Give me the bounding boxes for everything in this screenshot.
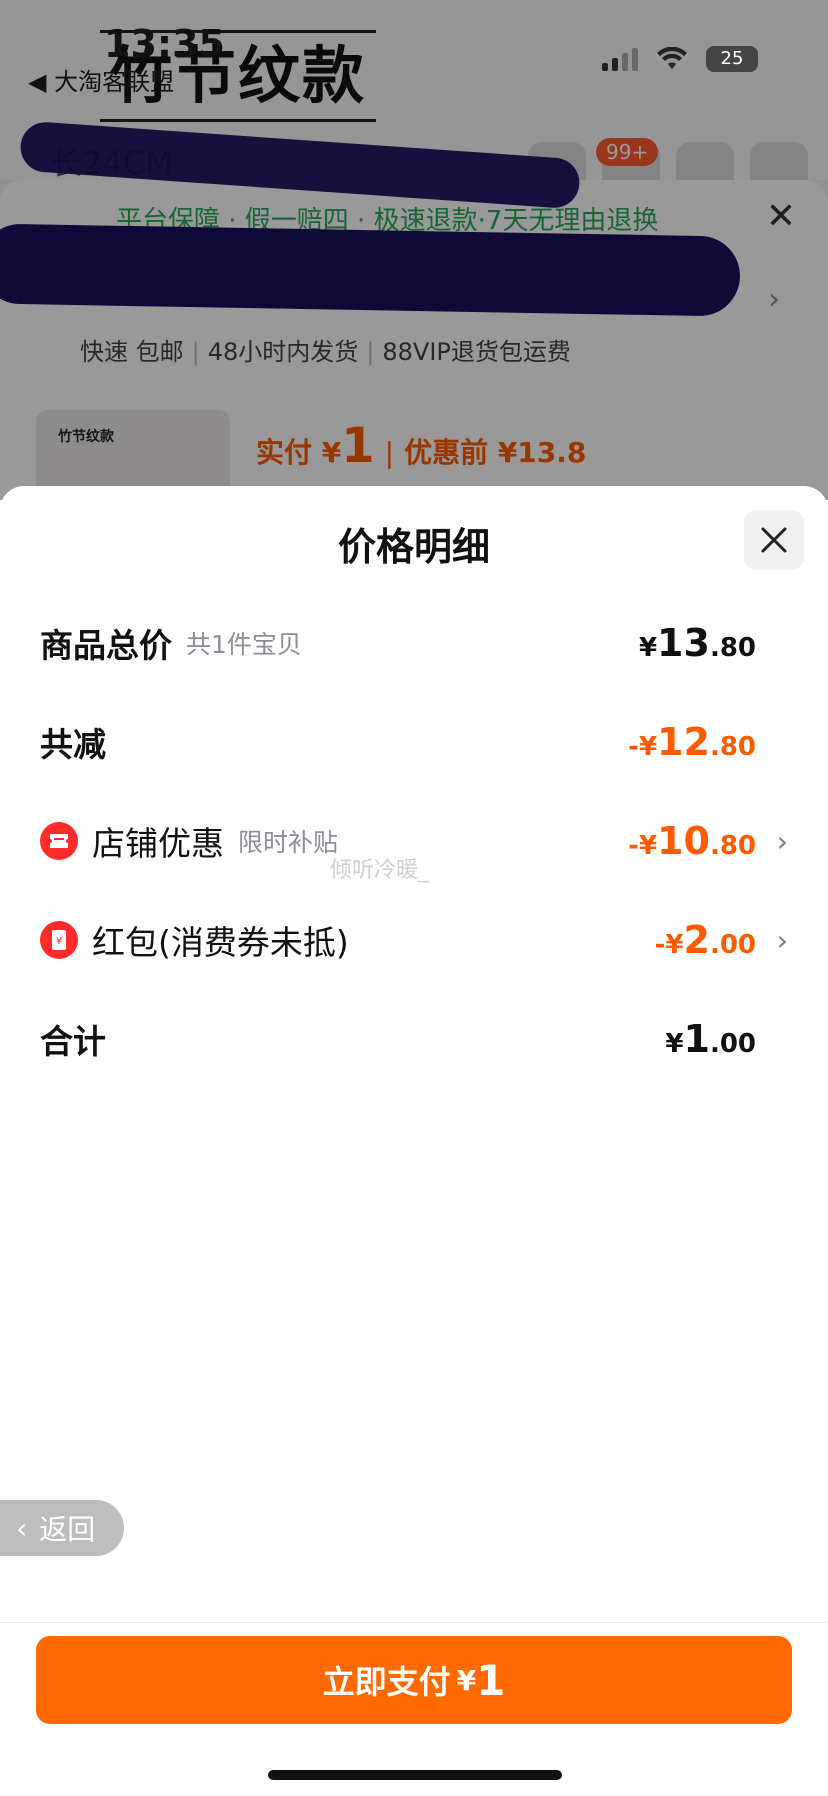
- pay-currency: ¥: [456, 1663, 477, 1697]
- row-amount: -¥ 12.80: [628, 720, 756, 764]
- close-button[interactable]: [744, 510, 804, 570]
- amount-decimal: .80: [709, 732, 756, 762]
- sheet-title: 价格明细: [337, 525, 490, 569]
- amount-integer: 2: [683, 918, 710, 962]
- pay-amount: 1: [476, 1655, 506, 1705]
- row-label: 共减: [40, 725, 106, 764]
- price-row-subtotal: 商品总价 共1件宝贝 ¥13.80: [40, 613, 788, 673]
- chevron-left-icon: ‹: [16, 1511, 28, 1545]
- price-row-total-discount: 共减 -¥ 12.80: [40, 712, 788, 772]
- price-row-total: 合计 ¥1.00: [40, 1009, 788, 1069]
- back-label: 返回: [39, 1513, 96, 1546]
- row-sub-label: 限时补贴: [238, 828, 339, 857]
- row-amount: -¥ 2.00: [655, 918, 756, 962]
- price-row-red-packet[interactable]: ¥ 红包(消费券未抵) -¥ 2.00 ›: [40, 910, 788, 970]
- chevron-right-icon: ›: [776, 824, 788, 858]
- close-icon: [761, 527, 787, 553]
- back-to-app-link[interactable]: ◀ 大淘客联盟: [28, 62, 174, 97]
- amount-integer: 12: [657, 720, 710, 764]
- amount-currency: ¥: [665, 1029, 684, 1059]
- amount-decimal: .00: [709, 1029, 756, 1059]
- amount-currency: -¥: [628, 831, 658, 861]
- pay-label: 立即支付: [322, 1663, 451, 1701]
- amount-integer: 10: [657, 819, 710, 863]
- row-amount: -¥ 10.80: [628, 819, 756, 863]
- chevron-right-icon: ›: [776, 923, 788, 957]
- amount-decimal: .00: [709, 930, 756, 960]
- row-amount: ¥13.80: [639, 621, 756, 665]
- red-packet-icon: ¥: [40, 921, 78, 959]
- footer-divider: [0, 1622, 828, 1623]
- row-amount: ¥1.00: [665, 1017, 756, 1061]
- amount-currency: ¥: [638, 633, 658, 663]
- row-label: 红包(消费券未抵): [92, 923, 349, 962]
- back-button[interactable]: ‹ 返回: [0, 1500, 124, 1556]
- row-label: 商品总价: [40, 626, 172, 665]
- row-sub-label: 共1件宝贝: [186, 630, 302, 659]
- amount-integer: 13: [657, 621, 710, 665]
- store-coupon-icon: [40, 822, 78, 860]
- home-indicator: [268, 1770, 562, 1780]
- price-detail-sheet: 价格明细 商品总价 共1件宝贝 ¥13.80 共减 -¥ 12.80 店铺优惠 限…: [0, 486, 828, 1796]
- amount-decimal: .80: [709, 633, 756, 663]
- watermark: 倾听冷暖_: [330, 858, 430, 883]
- wifi-icon: [657, 47, 687, 69]
- amount-currency: -¥: [654, 930, 684, 960]
- amount-integer: 1: [683, 1017, 710, 1061]
- pay-now-button[interactable]: 立即支付 ¥ 1: [36, 1636, 792, 1724]
- battery-icon: 25: [706, 46, 758, 72]
- row-label: 店铺优惠: [92, 824, 224, 863]
- status-icons: 25: [602, 46, 758, 72]
- svg-text:¥: ¥: [56, 936, 62, 947]
- signal-icon: [602, 47, 638, 71]
- amount-decimal: .80: [709, 831, 756, 861]
- amount-currency: -¥: [628, 732, 658, 762]
- row-label: 合计: [40, 1022, 106, 1061]
- status-time: 13:35: [104, 22, 225, 66]
